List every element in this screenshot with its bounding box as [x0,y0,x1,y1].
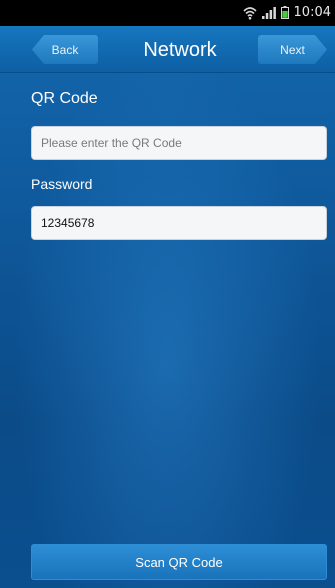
next-button[interactable]: Next [258,35,327,64]
network-screen: Back Network Next QR Code Password Scan … [0,26,335,588]
status-icons: 10:04 [242,5,331,20]
battery-icon [280,6,289,19]
back-button[interactable]: Back [32,35,98,64]
status-bar: 10:04 [0,0,335,26]
qr-code-input[interactable] [31,126,327,160]
password-input[interactable] [31,206,327,240]
title-bar: Back Network Next [0,26,335,73]
status-clock: 10:04 [293,5,331,20]
scan-qr-code-button[interactable]: Scan QR Code [31,544,327,580]
password-label: Password [31,176,93,192]
signal-icon [261,6,276,19]
page-title: Network [143,39,217,61]
qr-code-label: QR Code [31,90,98,107]
wifi-icon [242,6,257,19]
